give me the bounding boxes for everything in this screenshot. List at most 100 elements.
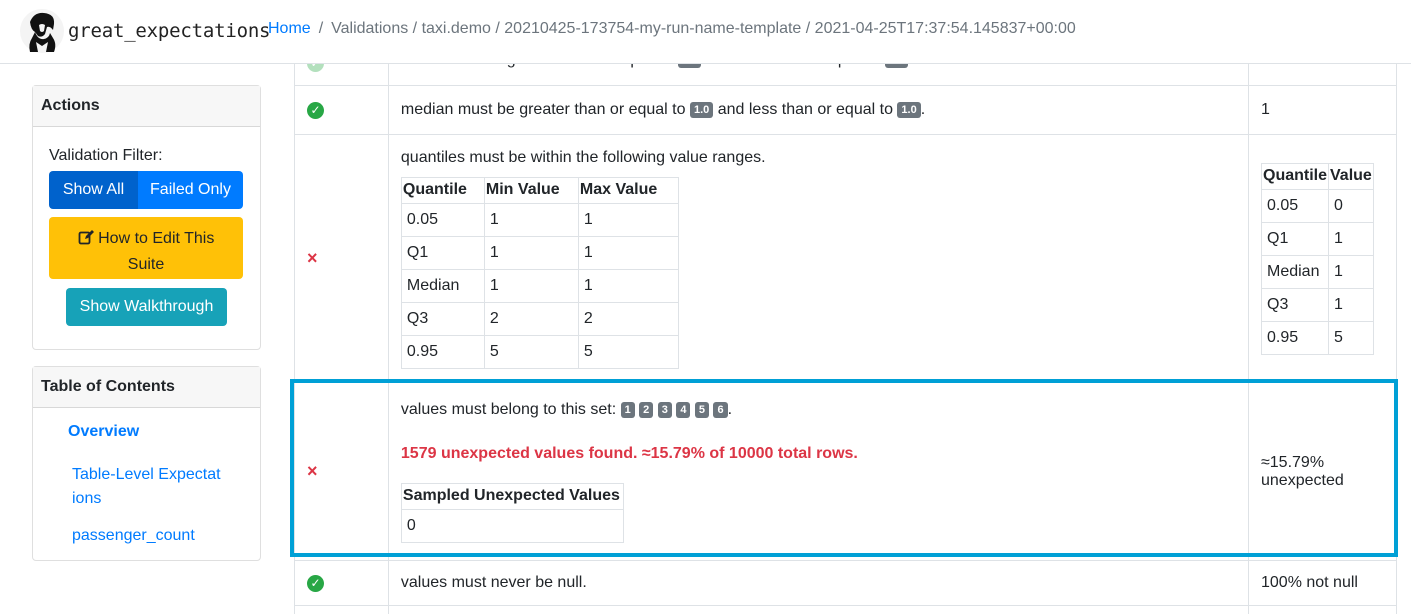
breadcrumb: Home / Validations / taxi.demo / 20210425-… (268, 20, 1076, 38)
table-cell: 2 (483, 301, 579, 336)
show-walkthrough-button[interactable]: Show Walkthrough (66, 288, 227, 326)
actions-card-title: Actions (33, 86, 260, 127)
table-row-median: ✓ median must be greater than or equal t… (294, 85, 1397, 135)
toc-card: Table of Contents Overview Table-Level E… (32, 366, 261, 561)
toc-link-line1: Table-Level Expectat (72, 466, 221, 483)
sampled-unexpected-table: Sampled Unexpected Values 0 (400, 482, 624, 543)
table-cell: 0.05 (1260, 188, 1330, 223)
table-row: 0.95 5 5 (400, 334, 679, 369)
toc-card-title: Table of Contents (33, 367, 260, 408)
table-row: Median 1 1 (400, 268, 679, 303)
expectation-text-line: values must belong to this set: 1 2 3 4 … (401, 401, 1236, 419)
expectation-cell: median must be greater than or equal to … (387, 85, 1250, 135)
table-row-not-null: ✓ values must never be null. 100% not nu… (294, 560, 1397, 606)
validation-filter-group: Show All Failed Only (49, 171, 243, 209)
great-expectations-logo-icon (20, 9, 64, 53)
table-cell: 0.05 (400, 202, 485, 237)
table-cell: 1 (1328, 221, 1374, 256)
table-cell: 5 (577, 334, 679, 369)
column-header: Quantile (400, 176, 485, 204)
toc-link-overview[interactable]: Overview (68, 423, 139, 441)
edit-icon (78, 229, 94, 253)
toc-link-table-level-expectations[interactable]: Table-Level Expectat ions (72, 463, 221, 511)
expectation-text-end: . (920, 101, 926, 118)
observed-value-cell: 1 (1248, 85, 1397, 135)
show-all-button[interactable]: Show All (49, 171, 138, 209)
observed-value-cell: Quantile Value 0.05 0 Q1 1 Median 1 Q3 1 0.9… (1248, 134, 1397, 383)
value-badge: 2 (639, 401, 654, 418)
observed-value-cell: 100% not null (1248, 560, 1397, 606)
breadcrumb-separator: / (318, 20, 324, 37)
table-cell: 5 (1328, 320, 1374, 355)
table-row: 0.05 0 (1260, 188, 1374, 223)
observed-value-line1: ≈15.79% (1261, 453, 1325, 471)
status-cell: × (294, 134, 389, 383)
expectation-cell: values must belong to this set: 1 2 3 4 … (387, 382, 1250, 561)
breadcrumb-home-link[interactable]: Home (268, 20, 311, 37)
column-header: Min Value (483, 176, 579, 204)
success-icon: ✓ (307, 102, 324, 119)
table-cell: 1 (577, 235, 679, 270)
observed-value: 1 (1261, 101, 1270, 118)
expectation-text: and less than or equal to (717, 101, 893, 118)
toc-link-line2: ions (72, 490, 102, 507)
observed-value: 100% not null (1261, 574, 1358, 591)
failed-only-button[interactable]: Failed Only (138, 171, 243, 209)
table-header-row: Sampled Unexpected Values (400, 482, 624, 510)
observed-value-line2: unexpected (1261, 471, 1344, 489)
table-row: 0 (400, 508, 624, 543)
expectation-text: median must be greater than or equal to (400, 101, 686, 118)
toc-link-passenger-count[interactable]: passenger_count (72, 527, 195, 545)
table-cell: 1 (483, 202, 579, 237)
table-cell: 0 (1328, 188, 1374, 223)
table-row-quantiles: × quantiles must be within the following… (294, 134, 1397, 383)
table-cell: 1 (1328, 287, 1374, 322)
table-row: Q3 1 (1260, 287, 1374, 322)
table-cell: Q3 (400, 301, 485, 336)
table-row: 0.05 1 1 (400, 202, 679, 237)
value-badge: 4 (676, 401, 691, 418)
how-to-edit-suite-button[interactable]: How to Edit This Suite (49, 217, 243, 279)
table-row: Q1 1 (1260, 221, 1374, 256)
status-cell (294, 605, 389, 614)
table-row: Q1 1 1 (400, 235, 679, 270)
table-row (294, 605, 1397, 614)
expectation-cell (387, 605, 1250, 614)
value-badge: 5 (694, 401, 710, 418)
expectation-text: quantiles must be within the following v… (400, 148, 766, 166)
breadcrumb-path: Validations / taxi.demo / 20210425-17375… (331, 20, 1076, 37)
navbar: great_expectations Home / Validations / ta… (0, 0, 1411, 64)
validation-filter-label: Validation Filter: (49, 147, 163, 164)
expectation-text: values must never be null. (400, 574, 587, 591)
status-cell: × (294, 382, 389, 561)
quantile-ranges-table: Quantile Min Value Max Value 0.05 1 1 Q1 1 1… (400, 176, 679, 369)
observed-value-cell (1248, 605, 1397, 614)
column-header: Quantile (1260, 162, 1330, 190)
observed-quantiles-table: Quantile Value 0.05 0 Q1 1 Median 1 Q3 1 0.9… (1260, 162, 1374, 355)
table-cell: Q1 (1260, 221, 1330, 256)
table-cell: Q3 (1260, 287, 1330, 322)
table-cell: 0.95 (1260, 320, 1330, 355)
expectation-cell: values must never be null. (387, 560, 1250, 606)
value-badge: 1.0 (897, 102, 921, 118)
column-header: Max Value (577, 176, 679, 204)
validation-results-table: ✓ mean must be greater than or equal to … (294, 40, 1397, 614)
unexpected-values-message: 1579 unexpected values found. ≈15.79% of… (400, 444, 858, 462)
brand-name: great_expectations (68, 20, 271, 42)
table-cell: 5 (483, 334, 579, 369)
table-row: Median 1 (1260, 254, 1374, 289)
table-cell: Median (400, 268, 485, 303)
brand[interactable]: great_expectations (20, 8, 271, 54)
observed-value-cell: ≈15.79% unexpected (1248, 382, 1397, 561)
table-cell: 1 (577, 202, 679, 237)
failure-icon: × (307, 461, 318, 481)
status-cell: ✓ (294, 560, 389, 606)
table-header-row: Quantile Value (1260, 162, 1374, 190)
column-header: Value (1328, 162, 1374, 190)
table-header-row: Quantile Min Value Max Value (400, 176, 679, 204)
value-badge: 6 (713, 401, 728, 418)
table-cell: 0 (400, 508, 624, 543)
table-cell: Median (1260, 254, 1330, 289)
table-row-value-set: × values must belong to this set: 1 2 3 … (294, 382, 1397, 561)
expectation-text-end: . (727, 400, 733, 418)
